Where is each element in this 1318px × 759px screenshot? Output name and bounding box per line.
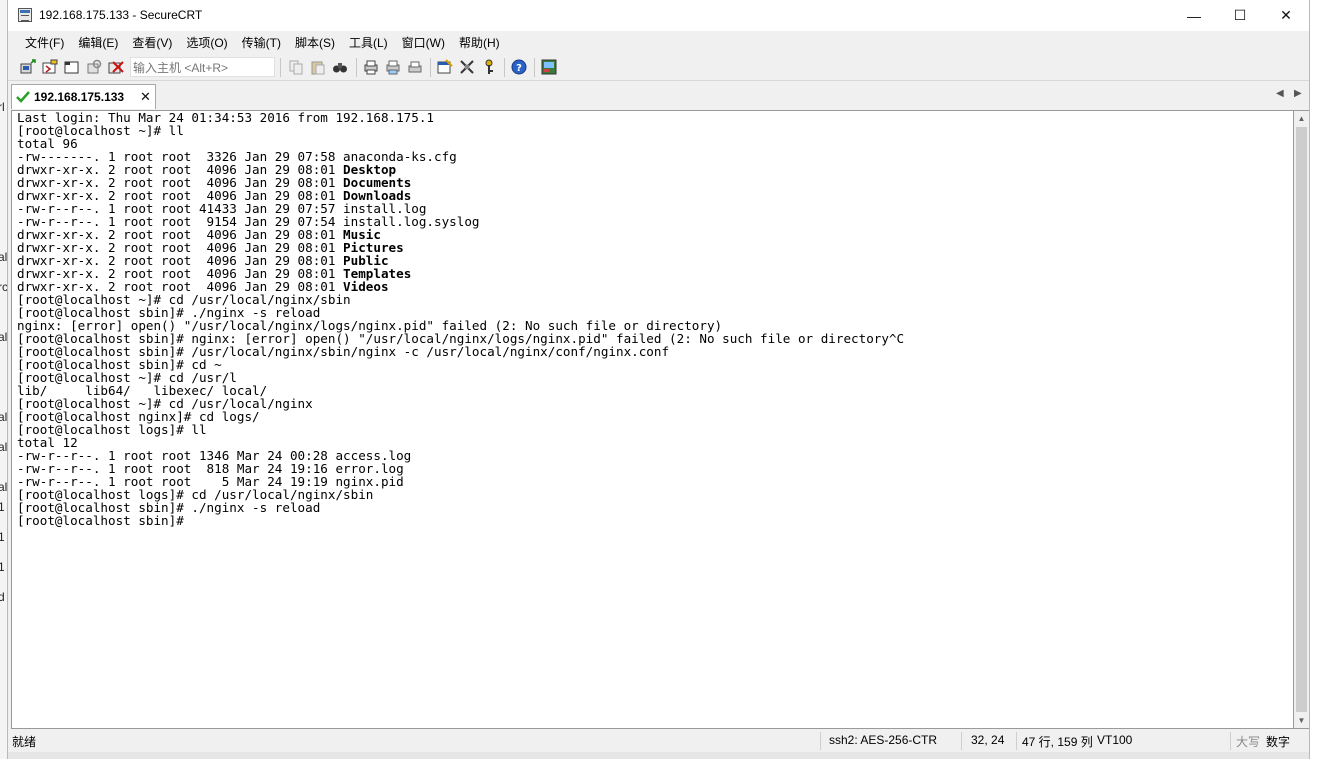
status-terminal-size: 47 行, 159 列 [1022,735,1093,749]
background-text-fragment: al [0,330,7,344]
global-options-icon[interactable] [459,59,475,75]
status-cipher: ssh2: AES-256-CTR [829,733,938,747]
menu-options[interactable]: 选项(O) [179,34,234,51]
status-bar: 就绪 ssh2: AES-256-CTR 32, 24 47 行, 159 列 … [8,730,1309,752]
status-divider [1016,732,1017,750]
find-icon[interactable] [332,59,348,75]
terminal-scrollbar[interactable]: ▲ ▼ [1294,110,1309,729]
background-text-fragment: 1 [0,530,5,544]
print-icon[interactable] [363,59,379,75]
toolbar-separator [280,58,281,77]
background-text-fragment: 1 [0,500,5,514]
background-text-fragment: rl [0,100,5,114]
connect-icon[interactable] [20,59,36,75]
print-selection-icon[interactable] [385,59,401,75]
tab-close-icon[interactable]: ✕ [140,89,151,105]
tab-scroll-left-icon[interactable]: ◀ [1276,88,1284,99]
connect-in-tab-icon[interactable] [64,59,80,75]
session-options-icon[interactable] [437,59,453,75]
menu-script[interactable]: 脚本(S) [288,34,342,51]
background-text-fragment: rc [0,280,7,294]
terminal-line: [root@localhost sbin]# [17,514,904,527]
menu-file[interactable]: 文件(F) [18,34,71,51]
toolbar-separator [504,58,505,77]
status-divider [820,732,821,750]
securecrt-app-icon [18,8,32,22]
quick-connect-icon[interactable] [42,59,58,75]
session-tab-label: 192.168.175.133 [34,90,125,104]
scrollbar-thumb[interactable] [1296,127,1307,712]
paste-icon[interactable] [310,59,326,75]
status-caps-lock: 大写 [1236,735,1261,749]
title-bar[interactable]: 192.168.175.133 - SecureCRT — ☐ ✕ [8,0,1309,31]
background-text-fragment: d [0,590,5,604]
terminal-line-text: [root@localhost sbin]# [17,513,192,528]
maximize-icon: ☐ [1233,7,1247,23]
status-num-lock: 数字 [1266,735,1291,749]
toolbar-separator [430,58,431,77]
toolbar-separator [356,58,357,77]
menu-view[interactable]: 查看(V) [125,34,179,51]
print-setup-icon[interactable] [407,59,423,75]
menu-window[interactable]: 窗口(W) [395,34,452,51]
terminal-view[interactable]: Last login: Thu Mar 24 01:34:53 2016 fro… [11,110,1294,729]
terminal-line: [root@localhost logs]# ll [17,423,904,436]
minimize-button[interactable]: — [1171,0,1217,31]
scroll-up-icon[interactable]: ▲ [1294,111,1309,126]
connected-check-icon [16,91,30,103]
status-divider [1230,732,1231,750]
menu-tools[interactable]: 工具(L) [342,34,395,51]
background-text-fragment: al [0,410,7,424]
toolbar-separator [534,58,535,77]
session-tab[interactable]: 192.168.175.133 ✕ [11,84,156,109]
terminal-output: Last login: Thu Mar 24 01:34:53 2016 fro… [17,111,904,527]
svg-text:?: ? [516,63,522,74]
background-text-fragment: al [0,440,7,454]
status-emulation: VT100 [1097,733,1133,747]
copy-icon[interactable] [288,59,304,75]
menu-bar: 文件(F) 编辑(E) 查看(V) 选项(O) 传输(T) 脚本(S) 工具(L… [8,31,1309,53]
host-input[interactable]: 输入主机 <Alt+R> [130,57,275,77]
scroll-down-icon[interactable]: ▼ [1294,713,1309,728]
menu-transfer[interactable]: 传输(T) [235,34,288,51]
background-window-edge: rl al rc al al al al 1 1 1 d [0,0,7,759]
disconnect-icon[interactable] [108,59,124,75]
reconnect-icon[interactable] [86,59,102,75]
keymap-icon[interactable] [481,59,497,75]
status-ready: 就绪 [12,735,37,749]
toolbar: 输入主机 <Alt+R> ? [8,54,1309,81]
status-divider [961,732,962,750]
close-icon: ✕ [1280,7,1292,23]
securecrt-window: 192.168.175.133 - SecureCRT — ☐ ✕ 文件(F) … [7,0,1310,759]
background-text-fragment: al [0,250,7,264]
background-text-fragment: al [0,480,7,494]
screenshot-icon[interactable] [541,59,557,75]
terminal-line: [root@localhost ~]# ll [17,124,904,137]
background-text-fragment: 1 [0,560,5,574]
tab-scroll-right-icon[interactable]: ▶ [1294,88,1302,99]
status-cursor-position: 32, 24 [971,733,1005,747]
minimize-icon: — [1187,7,1201,24]
menu-help[interactable]: 帮助(H) [452,34,507,51]
session-tab-bar: 192.168.175.133 ✕ ◀ ▶ [8,82,1309,110]
help-icon[interactable]: ? [511,59,527,75]
close-button[interactable]: ✕ [1263,0,1309,31]
window-bottom-edge [8,752,1309,759]
menu-edit[interactable]: 编辑(E) [71,34,125,51]
maximize-button[interactable]: ☐ [1217,0,1263,31]
window-title: 192.168.175.133 - SecureCRT [39,8,203,22]
